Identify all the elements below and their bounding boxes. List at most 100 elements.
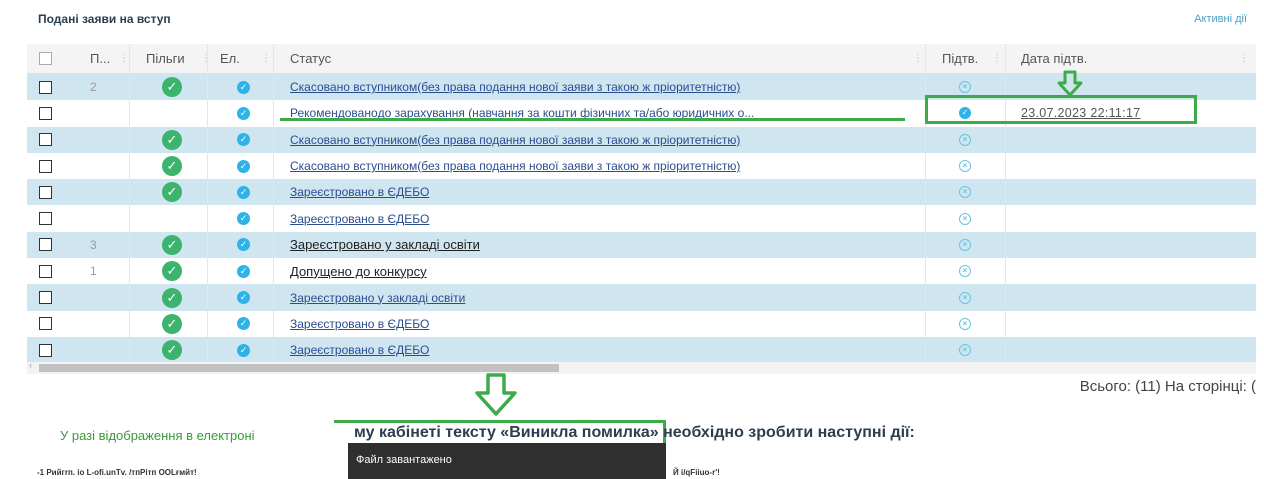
benefit-check-icon: ✓ [162,284,182,310]
scroll-left-icon[interactable]: ‹ [29,360,32,370]
down-arrow-icon [1057,70,1083,97]
status-cell[interactable]: Зареєстровано у закладі освіти [290,284,465,310]
col-priority[interactable]: П... [90,44,110,74]
status-cell[interactable]: Скасовано вступником (без права подання … [290,153,740,179]
status-link[interactable]: Зареєстровано у закладі освіти [290,291,465,305]
electronic-check-icon: ✓ [237,205,250,231]
col-electronic[interactable]: Ел. [220,44,240,74]
electronic-check-icon: ✓ [237,311,250,337]
table-row[interactable]: ✓ ✓ Зареєстровано у закладі освіти × [27,284,1256,311]
column-divider [1005,44,1006,362]
status-cell[interactable]: Зареєстровано в ЄДЕБО [290,337,429,363]
column-divider [129,44,130,362]
row-checkbox[interactable] [39,337,52,363]
column-menu-icon[interactable]: ⋮ [1239,44,1249,74]
not-confirmed-icon: × [959,337,971,363]
table-row[interactable]: ✓ ✓ Скасовано вступником (без права поданн… [27,126,1256,153]
table-row[interactable]: ✓ ✓ Зареєстровано в ЄДЕБО × [27,179,1256,206]
row-checkbox[interactable] [39,258,52,284]
footer-text-right: Й і/qFiiuo-r'! [673,468,720,477]
down-arrow-icon [475,373,517,416]
electronic-check-icon: ✓ [237,337,250,363]
status-cell[interactable]: Рекомендовано до зарахування (навчання з… [290,100,754,126]
table-row[interactable]: ✓ ✓ Скасовано вступником (без права поданн… [27,152,1256,180]
status-detail[interactable]: (без права подання нової заяви з такою ж… [417,80,740,94]
row-checkbox[interactable] [39,284,52,310]
column-menu-icon[interactable]: ⋮ [992,44,1002,74]
status-link[interactable]: Зареєстровано в ЄДЕБО [290,185,429,199]
status-cell[interactable]: Скасовано вступником (без права подання … [290,74,740,100]
horizontal-scrollbar[interactable]: ‹ [27,360,1256,374]
column-menu-icon[interactable]: ⋮ [201,44,211,74]
status-link[interactable]: Зареєстровано в ЄДЕБО [290,212,429,226]
select-all-checkbox[interactable] [39,52,52,66]
column-menu-icon[interactable]: ⋮ [119,44,129,74]
electronic-check-icon: ✓ [237,232,250,258]
electronic-check-icon: ✓ [237,74,250,100]
scroll-thumb[interactable] [39,364,559,372]
table-row[interactable]: 3 ✓ ✓ Зареєстровано у закладі освіти × [27,231,1256,259]
status-cell[interactable]: Скасовано вступником (без права подання … [290,127,740,153]
status-link[interactable]: Зареєстровано в ЄДЕБО [290,343,429,357]
table-row[interactable]: 1 ✓ ✓ Допущено до конкурсу × [27,258,1256,285]
status-detail[interactable]: (без права подання нової заяви з такою ж… [417,159,740,173]
table-row[interactable]: ✓ Зареєстровано в ЄДЕБО × [27,205,1256,232]
priority-value: 1 [90,264,97,279]
benefit-check-icon: ✓ [162,232,182,258]
not-confirmed-icon: × [959,284,971,310]
col-benefits[interactable]: Пільги [146,44,185,74]
row-checkbox[interactable] [39,127,52,153]
benefit-check-icon: ✓ [162,127,182,153]
priority-value: 2 [90,80,97,95]
status-link[interactable]: Зареєстровано в ЄДЕБО [290,317,429,331]
row-checkbox[interactable] [39,205,52,231]
row-checkbox[interactable] [39,100,52,126]
col-confirmed[interactable]: Підтв. [942,44,978,74]
status-link[interactable]: Допущено до конкурсу [290,264,427,279]
electronic-check-icon: ✓ [237,153,250,179]
highlight-underline [280,118,905,121]
not-confirmed-icon: × [959,205,971,231]
status-link[interactable]: Скасовано вступником [290,133,417,147]
status-cell[interactable]: Зареєстровано в ЄДЕБО [290,311,429,337]
table-row[interactable]: ✓ ✓ Зареєстровано в ЄДЕБО × [27,336,1256,364]
benefit-check-icon: ✓ [162,258,182,284]
electronic-check-icon: ✓ [237,258,250,284]
column-divider [925,44,926,362]
error-instruction-heading: му кабінеті тексту «Виникла помилка» нео… [354,424,915,441]
row-checkbox[interactable] [39,179,52,205]
row-checkbox[interactable] [39,153,52,179]
not-confirmed-icon: × [959,258,971,284]
table-row[interactable]: ✓ ✓ Зареєстровано в ЄДЕБО × [27,310,1256,337]
column-divider [273,44,274,362]
row-checkbox[interactable] [39,232,52,258]
col-status[interactable]: Статус [290,44,331,74]
active-actions-link[interactable]: Активні дії [1194,13,1247,25]
column-divider [207,44,208,362]
column-menu-icon[interactable]: ⋮ [913,44,923,74]
page-title: Подані заяви на вступ [38,12,171,26]
status-detail[interactable]: (без права подання нової заяви з такою ж… [417,133,740,147]
status-cell[interactable]: Зареєстровано у закладі освіти [290,232,480,258]
highlight-line [334,420,666,423]
status-cell[interactable]: Зареєстровано в ЄДЕБО [290,205,429,231]
not-confirmed-icon: × [959,232,971,258]
toast-text: Файл завантажено [356,454,452,466]
status-cell[interactable]: Допущено до конкурсу [290,258,427,284]
benefit-check-icon: ✓ [162,153,182,179]
benefit-check-icon: ✓ [162,337,182,363]
row-checkbox[interactable] [39,74,52,100]
status-link[interactable]: Зареєстровано у закладі освіти [290,237,480,252]
benefit-check-icon: ✓ [162,311,182,337]
status-cell[interactable]: Зареєстровано в ЄДЕБО [290,179,429,205]
not-confirmed-icon: × [959,153,971,179]
row-checkbox[interactable] [39,311,52,337]
not-confirmed-icon: × [959,127,971,153]
electronic-check-icon: ✓ [237,127,250,153]
status-link[interactable]: Скасовано вступником [290,159,417,173]
column-menu-icon[interactable]: ⋮ [261,44,271,74]
status-link[interactable]: Скасовано вступником [290,80,417,94]
benefit-check-icon: ✓ [162,179,182,205]
benefit-check-icon: ✓ [162,74,182,100]
toast-notification: Файл завантажено [348,443,666,479]
